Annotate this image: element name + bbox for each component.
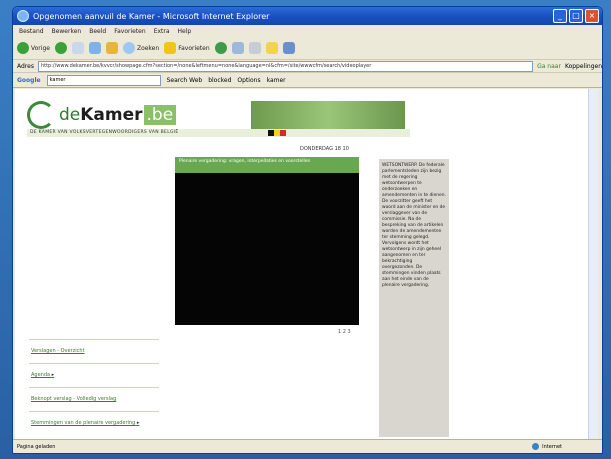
standard-toolbar: Vorige Zoeken Favorieten (13, 37, 602, 60)
search-label: Zoeken (136, 44, 160, 52)
video-screen[interactable] (175, 173, 359, 325)
back-label: Vorige (31, 44, 50, 52)
nav-link-votes[interactable]: Stemmingen van de plenaire vergadering ▸ (29, 416, 159, 431)
search-icon (122, 42, 135, 54)
nav-link-label: Agenda (31, 372, 51, 378)
status-bar: Pagina geladen Internet (13, 439, 602, 453)
go-button[interactable]: Ga naar (537, 63, 561, 70)
vertical-scrollbar[interactable] (588, 89, 598, 439)
menu-file[interactable]: Bestand (19, 28, 44, 35)
status-text: Pagina geladen (17, 443, 56, 450)
browser-window: Opgenomen aanvuil de Kamer - Microsoft I… (12, 6, 603, 454)
folder-icon[interactable] (265, 42, 278, 54)
highlight-term[interactable]: kamer (267, 77, 286, 84)
video-pager[interactable]: 1 2 3 (338, 329, 351, 335)
video-player[interactable]: Plenaire vergadering: vragen, interpella… (175, 157, 359, 325)
ie-logo-icon (17, 10, 29, 22)
globe-icon (532, 443, 540, 450)
menu-view[interactable]: Beeld (89, 28, 106, 35)
favorites-button[interactable]: Favorieten (164, 42, 210, 54)
options-button[interactable]: Options (237, 77, 260, 84)
belgian-flag-icon (268, 130, 286, 136)
favorites-label: Favorieten (178, 44, 210, 52)
arrow-right-icon: ▸ (136, 420, 140, 426)
nav-link-label: Verslagen - Overzicht (31, 348, 85, 354)
page-content: de Kamer .be DE KAMER VAN VOLKSVERTEGENW… (15, 89, 598, 439)
back-button[interactable]: Vorige (17, 42, 50, 54)
google-toolbar: Google kamer Search Web blocked Options … (13, 73, 602, 88)
dekamer-logo-icon (27, 101, 55, 129)
divider (29, 339, 159, 340)
nav-link-label: Stemmingen van de plenaire vergadering (31, 420, 136, 426)
forward-arrow-icon[interactable] (54, 42, 67, 54)
logo-de: de (59, 105, 81, 125)
popups-blocked[interactable]: blocked (208, 77, 231, 84)
nav-link-minutes[interactable]: Beknopt verslag - Volledig verslag (29, 392, 159, 407)
address-bar: Adres http://www.dekamer.be/kvvcr/showpa… (13, 60, 602, 73)
home-icon[interactable] (105, 42, 118, 54)
nav-link-label: Beknopt verslag - Volledig verslag (31, 396, 117, 402)
menu-tools[interactable]: Extra (154, 28, 170, 35)
close-button[interactable]: × (585, 9, 599, 23)
logo-be: .be (143, 105, 177, 125)
messenger-icon[interactable] (282, 42, 295, 54)
refresh-icon[interactable] (88, 42, 101, 54)
back-arrow-icon (17, 42, 29, 54)
left-navigation: Verslagen - Overzicht Agenda ▸ Beknopt v… (29, 335, 159, 431)
divider (29, 387, 159, 388)
nav-link-agenda[interactable]: Agenda ▸ (29, 368, 159, 383)
menu-help[interactable]: Help (178, 28, 192, 35)
page-date: DONDERDAG 18 10 (300, 146, 349, 152)
maximize-button[interactable]: □ (569, 9, 583, 23)
window-title: Opgenomen aanvuil de Kamer - Microsoft I… (33, 11, 270, 21)
star-icon (164, 42, 177, 54)
video-title: Plenaire vergadering: vragen, interpella… (175, 157, 359, 173)
mail-icon[interactable] (231, 42, 244, 54)
divider (29, 363, 159, 364)
nav-link-reports[interactable]: Verslagen - Overzicht (29, 344, 159, 359)
minimize-button[interactable]: _ (553, 9, 567, 23)
search-button[interactable]: Zoeken (122, 42, 160, 54)
arrow-right-icon: ▸ (51, 372, 55, 378)
menu-favorites[interactable]: Favorieten (114, 28, 145, 35)
transcript-panel: WETSONTWERP. De federale parlementsleden… (379, 159, 449, 437)
menu-bar: Bestand Bewerken Beeld Favorieten Extra … (13, 25, 602, 37)
search-web-button[interactable]: Search Web (167, 77, 203, 84)
transcript-text: WETSONTWERP. De federale parlementsleden… (382, 163, 446, 288)
title-bar: Opgenomen aanvuil de Kamer - Microsoft I… (13, 7, 602, 25)
zone-label: Internet (542, 443, 562, 450)
site-logo[interactable]: de Kamer .be (27, 101, 177, 129)
logo-kamer: Kamer (80, 105, 143, 125)
menu-edit[interactable]: Bewerken (52, 28, 82, 35)
address-label: Adres (17, 62, 34, 70)
divider (29, 411, 159, 412)
google-search-input[interactable]: kamer (46, 74, 161, 86)
google-logo: Google (17, 76, 41, 84)
history-icon[interactable] (214, 42, 227, 54)
print-icon[interactable] (248, 42, 261, 54)
links-label[interactable]: Koppelingen (565, 63, 602, 70)
security-zone: Internet (532, 443, 562, 450)
stop-icon[interactable] (71, 42, 84, 54)
address-input[interactable]: http://www.dekamer.be/kvvcr/showpage.cfm… (37, 60, 534, 72)
site-tagline: DE KAMER VAN VOLKSVERTEGENWOORDIGERS VAN… (27, 129, 410, 137)
header-banner (251, 101, 405, 129)
